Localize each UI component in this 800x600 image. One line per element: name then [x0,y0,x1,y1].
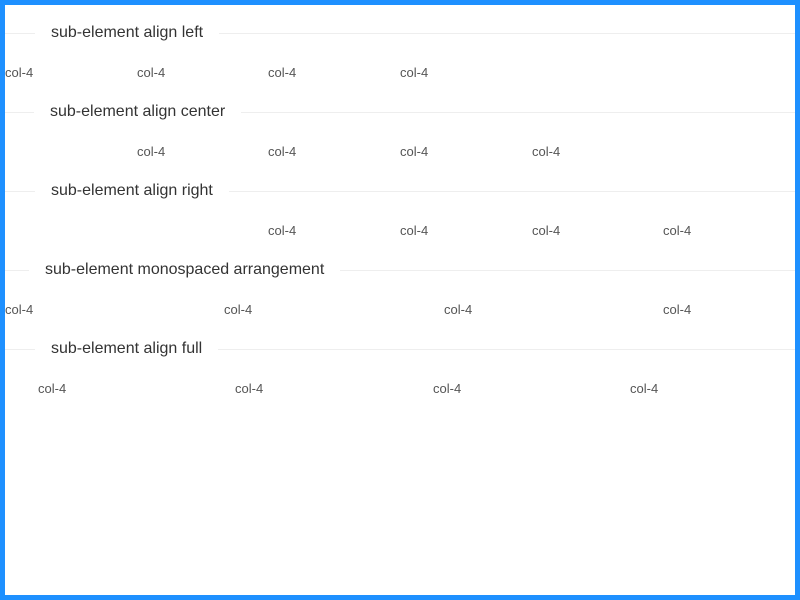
divider-line-left [5,349,35,350]
divider-align-right: sub-element align right [5,181,795,201]
divider-title: sub-element align right [35,181,229,201]
divider-align-full: sub-element align full [5,339,795,359]
divider-align-center: sub-element align center [5,102,795,122]
divider-title: sub-element align center [34,102,242,122]
col-cell: col-4 [235,381,264,396]
row-align-full: col-4 col-4 col-4 col-4 [5,379,795,399]
divider-title: sub-element align full [35,339,219,359]
col-cell: col-4 [663,302,692,317]
col-cell: col-4 [137,144,166,159]
row-align-left: col-4 col-4 col-4 col-4 [5,63,795,83]
divider-line-right [227,191,795,192]
col-cell: col-4 [268,223,297,238]
divider-line-left [5,191,35,192]
divider-title: sub-element monospaced arrangement [29,260,341,280]
col-cell: col-4 [532,144,561,159]
row-monospaced: col-4 col-4 col-4 col-4 [5,300,795,320]
divider-line-right [217,349,795,350]
col-cell: col-4 [268,65,297,80]
row-align-center: col-4 col-4 col-4 col-4 [5,142,795,162]
col-cell: col-4 [400,65,429,80]
divider-title: sub-element align left [35,23,220,43]
row-align-right: col-4 col-4 col-4 col-4 [5,221,795,241]
divider-line-left [5,112,35,113]
col-cell: col-4 [433,381,462,396]
divider-monospaced: sub-element monospaced arrangement [5,260,795,280]
col-cell: col-4 [532,223,561,238]
col-cell: col-4 [268,144,297,159]
col-cell: col-4 [630,381,659,396]
col-cell: col-4 [400,144,429,159]
divider-line-left [5,33,35,34]
divider-line-right [215,33,795,34]
col-cell: col-4 [38,381,67,396]
col-cell: col-4 [5,302,34,317]
divider-align-left: sub-element align left [5,23,795,43]
col-cell: col-4 [400,223,429,238]
col-cell: col-4 [444,302,473,317]
page-frame: sub-element align left col-4 col-4 col-4… [5,5,795,595]
divider-line-right [239,112,795,113]
col-cell: col-4 [663,223,692,238]
divider-line-right [338,270,795,271]
col-cell: col-4 [137,65,166,80]
col-cell: col-4 [5,65,34,80]
divider-line-left [5,270,29,271]
col-cell: col-4 [224,302,253,317]
